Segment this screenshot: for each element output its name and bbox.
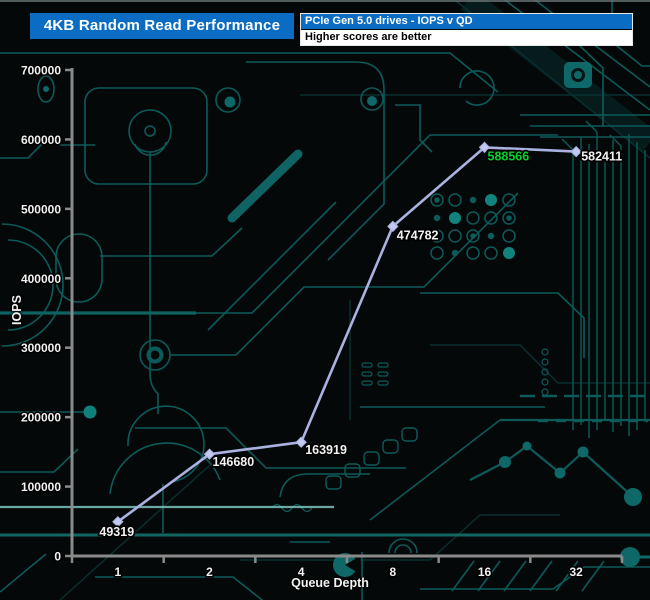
x-axis-title: Queue Depth bbox=[250, 576, 410, 590]
svg-text:582411: 582411 bbox=[581, 150, 622, 164]
svg-text:300000: 300000 bbox=[21, 341, 61, 355]
svg-text:200000: 200000 bbox=[21, 411, 61, 425]
svg-text:600000: 600000 bbox=[21, 133, 61, 147]
svg-text:1: 1 bbox=[114, 565, 121, 579]
chart-note: Higher scores are better bbox=[301, 30, 632, 45]
svg-text:163919: 163919 bbox=[305, 443, 347, 457]
chart-page: 4KB Random Read Performance PCIe Gen 5.0… bbox=[0, 0, 650, 600]
y-axis-title: IOPS bbox=[10, 279, 24, 341]
svg-text:0: 0 bbox=[54, 550, 61, 564]
svg-text:100000: 100000 bbox=[21, 480, 61, 494]
chart-subtitle-box: PCIe Gen 5.0 drives - IOPS v QD Higher s… bbox=[300, 13, 633, 46]
svg-text:16: 16 bbox=[478, 565, 492, 579]
svg-text:2: 2 bbox=[206, 565, 213, 579]
svg-text:500000: 500000 bbox=[21, 202, 61, 216]
svg-text:400000: 400000 bbox=[21, 272, 61, 286]
chart-subtitle: PCIe Gen 5.0 drives - IOPS v QD bbox=[301, 14, 632, 30]
chart-title: 4KB Random Read Performance bbox=[44, 17, 280, 34]
chart-title-box: 4KB Random Read Performance bbox=[30, 13, 294, 39]
svg-text:146680: 146680 bbox=[213, 455, 255, 469]
line-chart: 0 100000 200000 300000 400000 500000 600000 700… bbox=[0, 0, 650, 600]
svg-text:474782: 474782 bbox=[397, 228, 439, 242]
svg-text:49319: 49319 bbox=[99, 525, 134, 539]
svg-text:700000: 700000 bbox=[21, 64, 61, 78]
svg-text:588566: 588566 bbox=[488, 149, 530, 163]
svg-text:32: 32 bbox=[569, 565, 583, 579]
